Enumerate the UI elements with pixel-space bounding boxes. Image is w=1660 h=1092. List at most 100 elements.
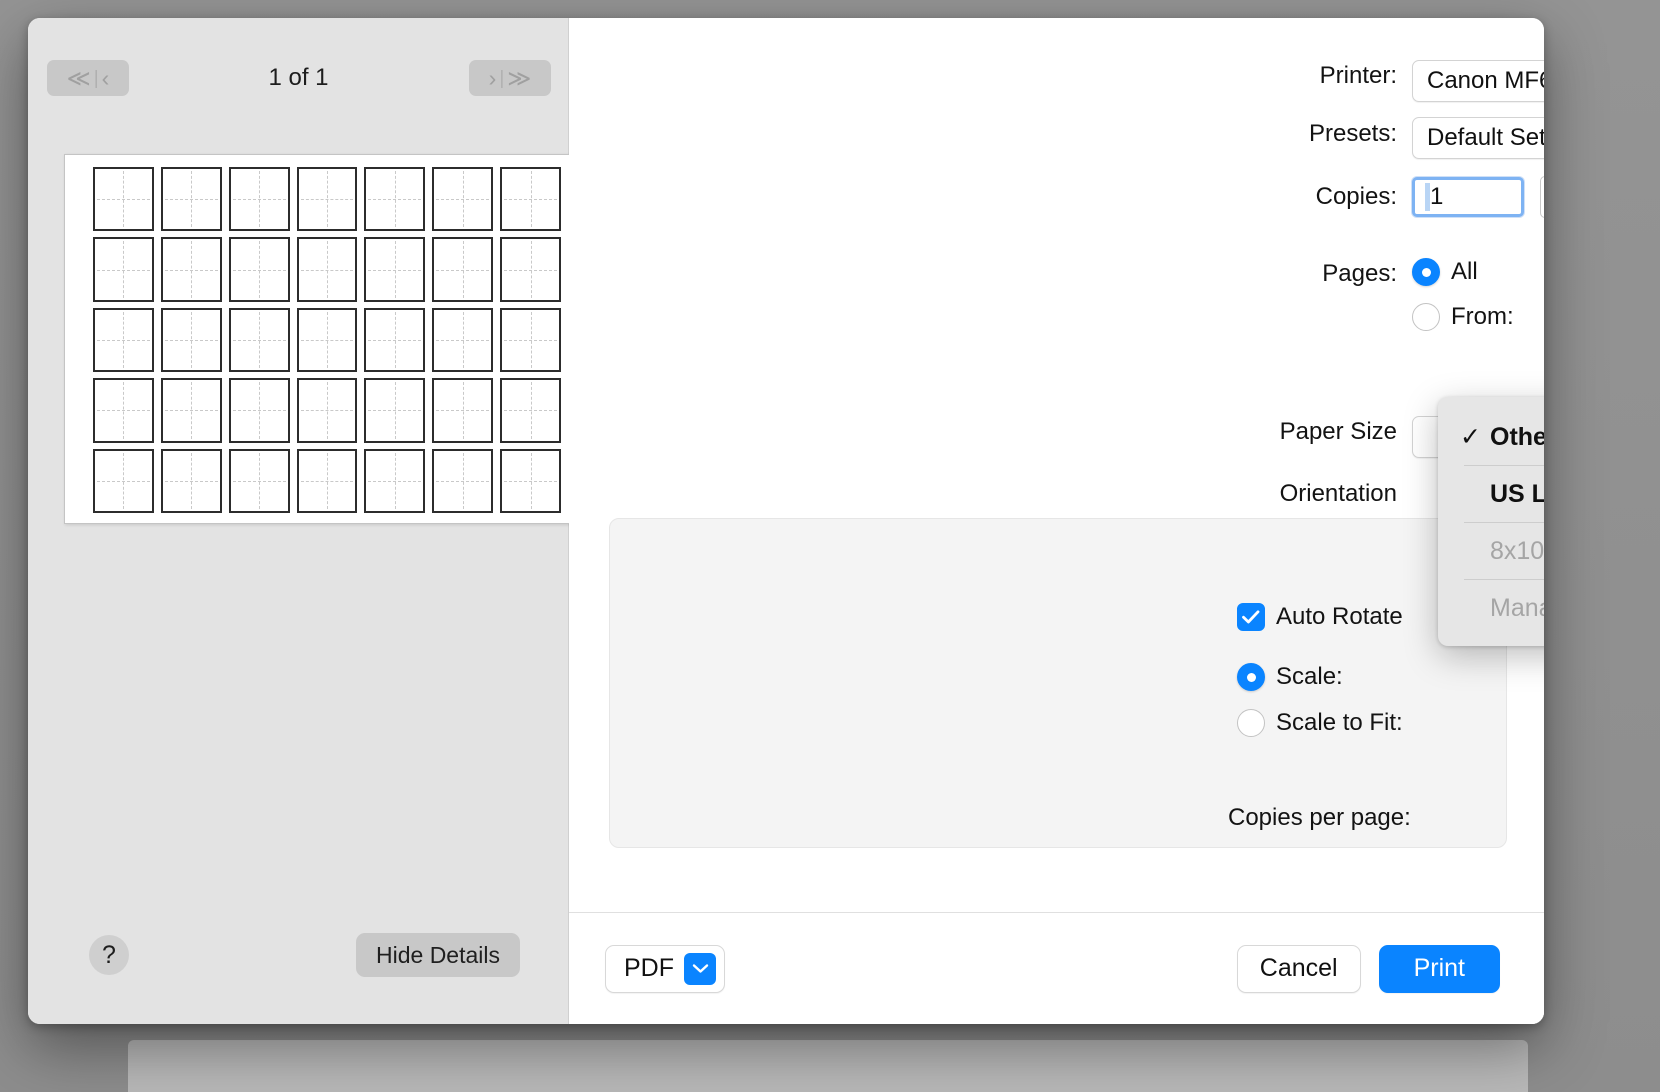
chevron-down-icon[interactable] (684, 953, 716, 985)
copies-row: Copies: (569, 183, 1397, 211)
grid-cell (229, 308, 290, 372)
nav-divider: | (92, 69, 100, 88)
grid-cell (364, 378, 425, 442)
help-button[interactable]: ? (89, 935, 129, 975)
grid-cell (93, 378, 154, 442)
chevron-double-left-icon[interactable]: ≪ (67, 67, 90, 90)
grid-cell (161, 167, 222, 231)
grid-cell (93, 167, 154, 231)
grid-cell (297, 378, 358, 442)
grid-cell (229, 378, 290, 442)
menu-item-us-letter[interactable]: US Letter 8.50 by 11.00 inches (1438, 466, 1544, 522)
grid-cell (229, 167, 290, 231)
pages-range-radio[interactable] (1412, 303, 1440, 331)
dialog-footer: PDF Cancel Print (569, 912, 1544, 1024)
printer-popup-button[interactable]: Canon MF645C airprint (1412, 60, 1544, 102)
copies-per-page-row: Copies per page: (1228, 804, 1411, 832)
preview-pager: ≪ | ‹ 1 of 1 › | ≫ (28, 56, 569, 100)
presets-popup-button[interactable]: Default Settings (1412, 117, 1544, 159)
chevron-right-icon[interactable]: › (489, 67, 496, 90)
pages-row: Pages: (569, 260, 1397, 288)
grid-cell (161, 237, 222, 301)
copies-label: Copies: (1316, 183, 1397, 211)
desktop-background: ≪ | ‹ 1 of 1 › | ≫ ? Hide Details (0, 0, 1660, 1092)
grid-cell (432, 449, 493, 513)
menu-item-manage-custom-sizes: Manage Custom Sizes… (1438, 580, 1544, 636)
grid-cell (297, 237, 358, 301)
practice-grid (93, 167, 561, 513)
grid-cell (161, 308, 222, 372)
auto-rotate-checkbox[interactable] (1237, 603, 1265, 631)
grid-cell (161, 449, 222, 513)
grid-cell (161, 378, 222, 442)
pages-label: Pages: (1322, 260, 1397, 288)
grid-cell (432, 167, 493, 231)
scale-label: Scale: (1276, 663, 1343, 691)
auto-rotate-label: Auto Rotate (1276, 603, 1403, 631)
menu-item-name: 8x10.9 envelope (1490, 537, 1544, 566)
pdf-label: PDF (624, 954, 674, 983)
pages-from-label: From: (1451, 303, 1514, 331)
grid-cell (93, 308, 154, 372)
pdf-button[interactable]: PDF (605, 945, 725, 993)
orientation-label: Orientation (1280, 480, 1397, 508)
grid-cell (432, 237, 493, 301)
grid-cell (364, 167, 425, 231)
copies-input[interactable]: 1 (1412, 177, 1524, 217)
auto-rotate-option[interactable]: Auto Rotate (1237, 603, 1403, 631)
print-preview-pane: ≪ | ‹ 1 of 1 › | ≫ ? Hide Details (28, 18, 569, 1024)
copies-stepper[interactable] (1540, 176, 1544, 218)
check-icon (1241, 609, 1261, 625)
paper-size-row: Paper Size (569, 418, 1397, 446)
printer-row: Printer: (569, 62, 1397, 90)
printer-label: Printer: (1320, 62, 1397, 90)
menu-item-name: US Letter (1490, 480, 1544, 509)
pages-all-radio[interactable] (1412, 258, 1440, 286)
scale-option[interactable]: Scale: (1237, 663, 1343, 691)
background-window (128, 1040, 1528, 1092)
page-preview-sheet (64, 154, 586, 524)
presets-row: Presets: (569, 120, 1397, 148)
cancel-button[interactable]: Cancel (1237, 945, 1361, 993)
presets-label: Presets: (1309, 120, 1397, 148)
nav-divider-2: | (497, 69, 505, 88)
menu-item-other[interactable]: ✓ Other 8.26 by 11.69 inches (1438, 409, 1544, 465)
grid-cell (364, 308, 425, 372)
image-options-panel (609, 518, 1507, 848)
grid-cell (500, 167, 561, 231)
chevron-left-icon[interactable]: ‹ (102, 67, 109, 90)
paper-size-dropdown-menu[interactable]: ✓ Other 8.26 by 11.69 inches US Letter 8… (1438, 397, 1544, 646)
preview-forward-nav-group[interactable]: › | ≫ (469, 60, 551, 96)
grid-cell (229, 449, 290, 513)
printer-value: Canon MF645C airprint (1427, 67, 1544, 95)
grid-cell (500, 237, 561, 301)
menu-item-name: Manage Custom Sizes… (1490, 594, 1544, 623)
pages-range-option[interactable]: From: (1412, 303, 1514, 331)
grid-cell (93, 449, 154, 513)
chevron-double-right-icon[interactable]: ≫ (507, 67, 530, 90)
page-counter-label: 1 of 1 (184, 64, 414, 92)
preview-back-nav-group[interactable]: ≪ | ‹ (47, 60, 129, 96)
pages-all-option[interactable]: All (1412, 258, 1478, 286)
scale-to-fit-option[interactable]: Scale to Fit: (1237, 709, 1403, 737)
presets-value: Default Settings (1427, 124, 1544, 152)
pages-all-label: All (1451, 258, 1478, 286)
grid-cell (364, 449, 425, 513)
copies-per-page-label: Copies per page: (1228, 804, 1411, 832)
scale-to-fit-radio[interactable] (1237, 709, 1265, 737)
grid-cell (500, 449, 561, 513)
copies-value: 1 (1430, 183, 1443, 211)
grid-cell (432, 378, 493, 442)
grid-cell (297, 167, 358, 231)
print-settings-pane: Printer: Canon MF645C airprint Presets: (569, 18, 1544, 1024)
scale-radio[interactable] (1237, 663, 1265, 691)
menu-item-name: Other (1490, 423, 1544, 452)
menu-item-envelope: 8x10.9 envelope 10.90 by 8.00 inches (1438, 523, 1544, 579)
grid-cell (297, 308, 358, 372)
orientation-row: Orientation (569, 480, 1397, 508)
print-button[interactable]: Print (1379, 945, 1500, 993)
hide-details-button[interactable]: Hide Details (356, 933, 520, 977)
grid-cell (364, 237, 425, 301)
settings-content: Printer: Canon MF645C airprint Presets: (569, 18, 1544, 912)
paper-size-label: Paper Size (1280, 418, 1397, 446)
